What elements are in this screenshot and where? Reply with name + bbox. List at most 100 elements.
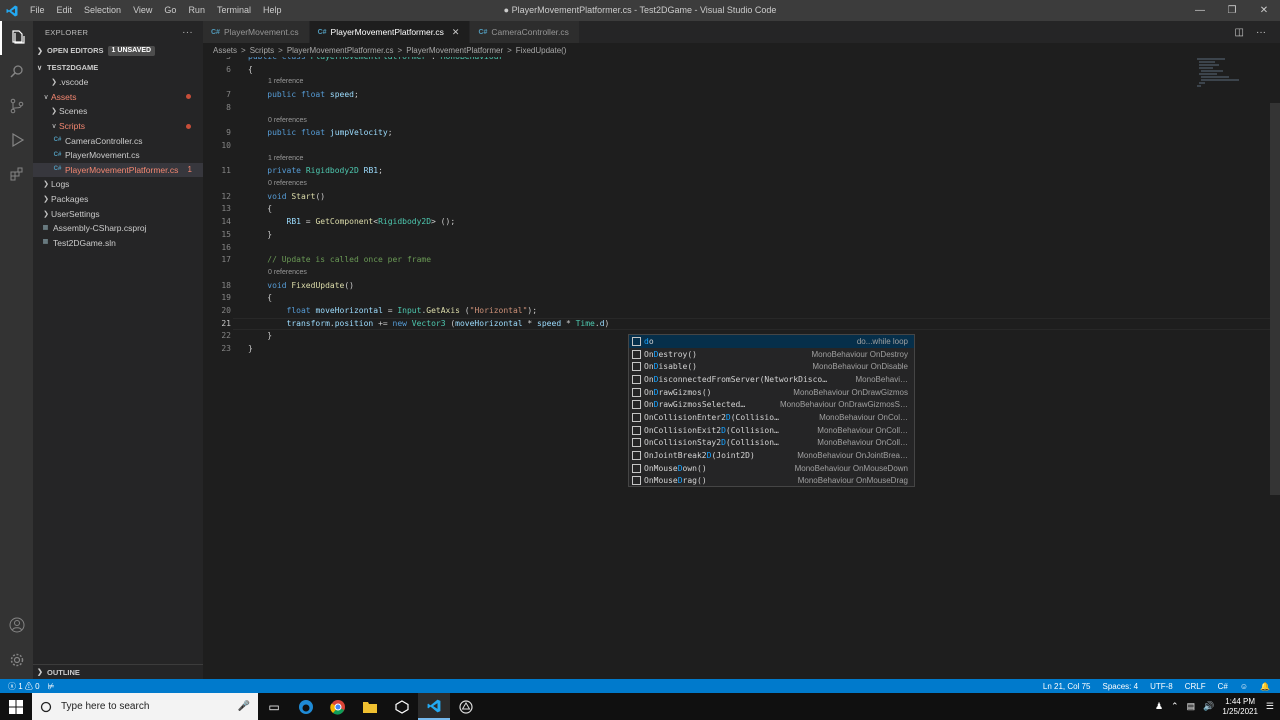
tree-item-label: PlayerMovementPlatformer.cs <box>65 164 179 175</box>
menu-go[interactable]: Go <box>158 0 182 21</box>
network-icon[interactable]: ▤ <box>1187 701 1196 712</box>
tab-cameracontroller-cs[interactable]: C# CameraController.cs <box>470 21 580 43</box>
task-view-icon[interactable]: ▭ <box>258 693 290 720</box>
suggestion-item[interactable]: OnJointBreak2D(Joint2D) MonoBehaviour OnJ… <box>629 449 914 462</box>
indentation[interactable]: Spaces: 4 <box>1102 682 1138 691</box>
line-number: 17 <box>221 255 231 265</box>
suggestion-item[interactable]: do do...while loop <box>629 335 914 348</box>
split-editor-icon[interactable]: ◫ <box>1235 27 1244 38</box>
tree-item[interactable]: C# PlayerMovementPlatformer.cs 1 <box>33 162 203 178</box>
codelens-references[interactable]: 1 reference <box>268 153 303 166</box>
file-explorer-icon[interactable] <box>354 693 386 720</box>
suggestion-item[interactable]: OnDisable() MonoBehaviour OnDisable <box>629 360 914 373</box>
suggestion-item[interactable]: OnMouseDrag() MonoBehaviour OnMouseDrag <box>629 475 914 488</box>
activity-bar <box>0 21 33 679</box>
clock[interactable]: 1:44 PM 1/25/2021 <box>1222 697 1258 717</box>
more-actions-icon[interactable]: ··· <box>1256 27 1266 38</box>
microphone-icon[interactable]: 🎤 <box>238 701 250 712</box>
tree-item[interactable]: ∨ Scripts <box>33 119 203 134</box>
tree-item[interactable]: ❯ .vscode <box>33 75 203 90</box>
restore-button[interactable]: ❐ <box>1216 0 1248 21</box>
tree-item[interactable]: ❯ UserSettings <box>33 206 203 221</box>
minimap[interactable] <box>1195 57 1255 97</box>
feedback-icon[interactable]: ☺ <box>1240 682 1248 691</box>
tree-item[interactable]: ❯ Packages <box>33 192 203 207</box>
suggestion-item[interactable]: OnDestroy() MonoBehaviour OnDestroy <box>629 348 914 361</box>
tab-playermovementplatformer-cs[interactable]: C# PlayerMovementPlatformer.cs ✕ <box>309 21 471 43</box>
live-share-icon[interactable]: ⊭ <box>48 682 55 691</box>
suggestion-item[interactable]: OnCollisionEnter2D(Collisio… MonoBehaviou… <box>629 411 914 424</box>
snippet-icon <box>632 463 641 473</box>
editor-scrollbar[interactable] <box>1270 103 1280 495</box>
cursor-position[interactable]: Ln 21, Col 75 <box>1043 682 1091 691</box>
tree-item[interactable]: ▦ Assembly-CSharp.csproj <box>33 221 203 236</box>
menu-selection[interactable]: Selection <box>78 0 127 21</box>
open-editors-section[interactable]: ❯ OPEN EDITORS 1 UNSAVED <box>33 43 203 58</box>
line-number: 19 <box>221 293 231 303</box>
volume-icon[interactable]: 🔊 <box>1203 701 1214 712</box>
breadcrumb-item[interactable]: Assets <box>213 46 237 55</box>
vscode-taskbar-icon[interactable] <box>418 693 450 720</box>
close-window-button[interactable]: ✕ <box>1248 0 1280 21</box>
tray-chevron-up-icon[interactable]: ⌃ <box>1171 701 1179 712</box>
code-text: void Start() <box>267 191 326 201</box>
menu-terminal[interactable]: Terminal <box>211 0 257 21</box>
breadcrumb-separator: > <box>278 45 283 55</box>
source-control-icon[interactable] <box>0 89 33 123</box>
suggestion-item[interactable]: OnMouseDown() MonoBehaviour OnMouseDown <box>629 462 914 475</box>
suggestion-item[interactable]: OnCollisionStay2D(Collision… MonoBehaviou… <box>629 437 914 450</box>
search-icon[interactable] <box>0 55 33 89</box>
close-icon[interactable]: ✕ <box>452 27 460 38</box>
taskbar-search-input[interactable]: Type here to search 🎤 <box>32 693 258 720</box>
suggestion-item[interactable]: OnDisconnectedFromServer(NetworkDisco… Mo… <box>629 373 914 386</box>
notification-center-icon[interactable]: ☰ <box>1266 701 1274 712</box>
problems-indicator[interactable]: ⓧ 1 ⚠ 0 <box>8 681 40 692</box>
suggestion-item[interactable]: OnDrawGizmosSelected… MonoBehaviour OnDra… <box>629 398 914 411</box>
encoding[interactable]: UTF-8 <box>1150 682 1173 691</box>
breadcrumb-item[interactable]: FixedUpdate() <box>516 46 567 55</box>
menu-edit[interactable]: Edit <box>51 0 79 21</box>
line-ending[interactable]: CRLF <box>1185 682 1206 691</box>
unity-hub-icon[interactable] <box>386 693 418 720</box>
notifications-bell-icon[interactable]: 🔔 <box>1260 682 1270 691</box>
editor-tabs: C# PlayerMovement.cs C# PlayerMovementPlatf… <box>203 21 1280 43</box>
settings-gear-icon[interactable] <box>0 643 33 677</box>
unity-editor-icon[interactable] <box>450 693 482 720</box>
codelens-references[interactable]: 0 references <box>268 178 307 191</box>
tab-playermovement-cs[interactable]: C# PlayerMovement.cs <box>203 21 310 43</box>
tree-item[interactable]: ❯ Logs <box>33 177 203 192</box>
edge-browser-icon[interactable] <box>290 693 322 720</box>
tree-item[interactable]: C# PlayerMovement.cs <box>33 148 203 163</box>
breadcrumb-item[interactable]: Scripts <box>250 46 274 55</box>
tree-item[interactable]: ∨ Assets <box>33 90 203 105</box>
chrome-browser-icon[interactable] <box>322 693 354 720</box>
tree-item[interactable]: C# CameraController.cs <box>33 133 203 148</box>
run-debug-icon[interactable] <box>0 123 33 157</box>
menu-view[interactable]: View <box>127 0 158 21</box>
csharp-file-icon: C# <box>211 28 220 36</box>
account-icon[interactable] <box>0 608 33 642</box>
people-icon[interactable]: ♟ <box>1155 701 1163 712</box>
tree-item[interactable]: ❯ Scenes <box>33 104 203 119</box>
minimize-button[interactable]: — <box>1184 0 1216 21</box>
explorer-icon[interactable] <box>0 21 33 55</box>
project-section[interactable]: ∨ TEST2DGAME <box>33 60 203 75</box>
windows-start-icon[interactable] <box>0 693 32 720</box>
tree-item[interactable]: ▦ Test2DGame.sln <box>33 236 203 251</box>
outline-section[interactable]: ❯ OUTLINE <box>33 664 203 679</box>
menu-file[interactable]: File <box>24 0 51 21</box>
more-actions-icon[interactable]: ··· <box>182 27 193 38</box>
suggestion-detail: do...while loop <box>856 336 908 346</box>
suggestion-item[interactable]: OnCollisionExit2D(Collision… MonoBehaviou… <box>629 424 914 437</box>
codelens-references[interactable]: 0 references <box>268 115 307 128</box>
language-mode[interactable]: C# <box>1218 682 1228 691</box>
extensions-icon[interactable] <box>0 157 33 191</box>
codelens-references[interactable]: 1 reference <box>268 76 303 89</box>
breadcrumb-item[interactable]: PlayerMovementPlatformer <box>406 46 503 55</box>
menu-run[interactable]: Run <box>182 0 211 21</box>
codelens-references[interactable]: 0 references <box>268 267 307 280</box>
suggestion-item[interactable]: OnDrawGizmos() MonoBehaviour OnDrawGizmos <box>629 386 914 399</box>
tree-item-label: Scenes <box>59 106 88 117</box>
menu-help[interactable]: Help <box>257 0 288 21</box>
breadcrumb-item[interactable]: PlayerMovementPlatformer.cs <box>287 46 394 55</box>
